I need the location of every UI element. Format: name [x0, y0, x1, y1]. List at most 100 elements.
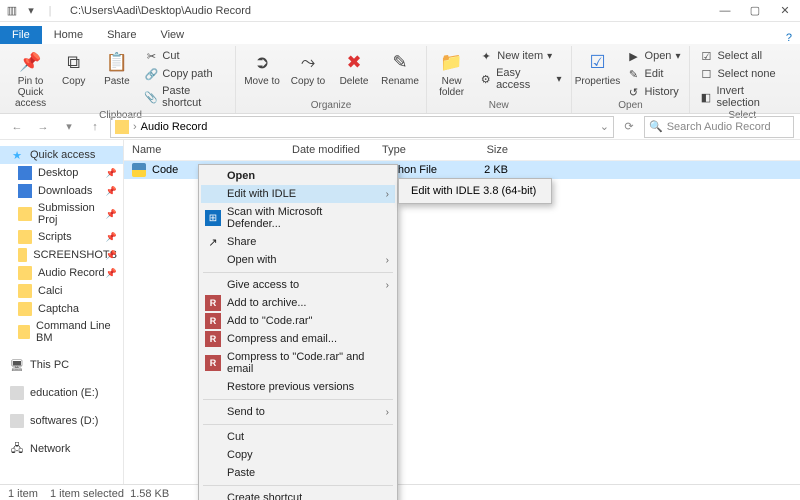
folder-icon	[18, 325, 30, 339]
sidebar-item-audiorecord[interactable]: Audio Record📌	[0, 264, 123, 282]
nav-pane: ★Quick access Desktop📌 Downloads📌 Submis…	[0, 140, 124, 484]
props-icon: ☑	[586, 50, 610, 74]
sidebar-item-calci[interactable]: Calci	[0, 282, 123, 300]
tab-home[interactable]: Home	[42, 26, 95, 44]
ctx-copy[interactable]: Copy	[201, 446, 395, 464]
tab-view[interactable]: View	[148, 26, 196, 44]
column-headers[interactable]: Name Date modified Type Size	[124, 140, 800, 161]
defender-icon: ⊞	[205, 210, 221, 226]
submenu-idle38[interactable]: Edit with IDLE 3.8 (64-bit)	[401, 181, 549, 201]
sidebar-item-screenshots[interactable]: SCREENSHOTS📌	[0, 246, 123, 264]
ctx-addrar[interactable]: RAdd to "Code.rar"	[201, 312, 395, 330]
sidebar-network[interactable]: 🖧Network	[0, 440, 123, 458]
up-button[interactable]: ↑	[84, 116, 106, 138]
back-button[interactable]: ←	[6, 116, 28, 138]
open-button[interactable]: ▶Open ▾	[624, 48, 684, 64]
divider: |	[42, 3, 58, 19]
new-folder-button[interactable]: 📁New folder	[433, 46, 470, 98]
chevron-right-icon: ›	[133, 121, 137, 133]
minimize-button[interactable]: —	[710, 0, 740, 22]
ctx-compem[interactable]: RCompress and email...	[201, 330, 395, 348]
select-all-button[interactable]: ☑Select all	[696, 48, 788, 64]
easy-access-button[interactable]: ⚙Easy access ▾	[476, 66, 564, 92]
new-item-button[interactable]: ✦New item ▾	[476, 48, 564, 64]
forward-button[interactable]: →	[32, 116, 54, 138]
search-placeholder: Search Audio Record	[667, 121, 771, 133]
ctx-shortcut[interactable]: Create shortcut	[201, 489, 395, 500]
ctx-compemrar[interactable]: RCompress to "Code.rar" and email	[201, 348, 395, 378]
search-input[interactable]: 🔍 Search Audio Record	[644, 116, 794, 138]
edit-button[interactable]: ✎Edit	[624, 66, 684, 82]
properties-button[interactable]: ☑Properties	[578, 46, 618, 87]
ctx-share[interactable]: ↗Share	[201, 233, 395, 251]
tab-file[interactable]: File	[0, 26, 42, 44]
address-row: ← → ▾ ↑ › Audio Record ⌄ ⟳ 🔍 Search Audi…	[0, 114, 800, 140]
ctx-defender[interactable]: ⊞Scan with Microsoft Defender...	[201, 203, 395, 233]
downloads-icon	[18, 184, 32, 198]
idle-submenu: Edit with IDLE 3.8 (64-bit)	[398, 178, 552, 204]
newfolder-icon: 📁	[440, 50, 464, 74]
folder-icon	[18, 284, 32, 298]
maximize-button[interactable]: ▢	[740, 0, 770, 22]
ctx-restore[interactable]: Restore previous versions	[201, 378, 395, 396]
ctx-edit-idle[interactable]: Edit with IDLE›	[201, 185, 395, 203]
ribbon: 📌Pin to Quick access ⧉Copy 📋Paste ✂Cut 🔗…	[0, 44, 800, 114]
selectnone-icon: ☐	[699, 67, 713, 81]
ctx-open[interactable]: Open	[201, 167, 395, 185]
cut-icon: ✂	[144, 49, 158, 63]
sidebar-this-pc[interactable]: 🖥This PC	[0, 356, 123, 374]
invert-selection-button[interactable]: ◧Invert selection	[696, 84, 788, 110]
copy-icon: ⧉	[62, 50, 86, 74]
col-date[interactable]: Date modified	[292, 144, 382, 156]
copy-to-button[interactable]: ⤳Copy to	[288, 46, 328, 87]
sidebar-item-desktop[interactable]: Desktop📌	[0, 164, 123, 182]
address-bar[interactable]: › Audio Record ⌄	[110, 116, 614, 138]
ctx-addarchive[interactable]: RAdd to archive...	[201, 294, 395, 312]
folder-icon	[18, 248, 27, 262]
refresh-button[interactable]: ⟳	[618, 116, 640, 138]
ctx-sendto[interactable]: Send to›	[201, 403, 395, 421]
delete-button[interactable]: ✖Delete	[334, 46, 374, 87]
col-size[interactable]: Size	[456, 144, 516, 156]
chevron-right-icon: ›	[386, 189, 389, 200]
sidebar-item-submission[interactable]: Submission Proj📌	[0, 200, 123, 228]
group-open: Open	[578, 100, 684, 113]
copy-button[interactable]: ⧉Copy	[55, 46, 92, 87]
select-none-button[interactable]: ☐Select none	[696, 66, 788, 82]
sidebar-quick-access[interactable]: ★Quick access	[0, 146, 123, 164]
quick-access-toolbar: ▥ ▾ |	[4, 3, 58, 19]
close-button[interactable]: ✕	[770, 0, 800, 22]
drive-icon	[10, 414, 24, 428]
sidebar-drive-e[interactable]: education (E:)	[0, 384, 123, 402]
sidebar-item-captcha[interactable]: Captcha	[0, 300, 123, 318]
history-button[interactable]: ↺History	[624, 84, 684, 100]
rename-button[interactable]: ✎Rename	[380, 46, 420, 87]
paste-button[interactable]: 📋Paste	[98, 46, 135, 87]
tab-share[interactable]: Share	[95, 26, 148, 44]
sidebar-drive-d[interactable]: softwares (D:)	[0, 412, 123, 430]
pin-quick-access-button[interactable]: 📌Pin to Quick access	[12, 46, 49, 109]
open-icon: ▶	[627, 49, 641, 63]
paste-icon: 📋	[105, 50, 129, 74]
col-type[interactable]: Type	[382, 144, 456, 156]
help-icon[interactable]: ?	[778, 32, 800, 44]
sidebar-item-downloads[interactable]: Downloads📌	[0, 182, 123, 200]
share-icon: ↗	[205, 234, 221, 250]
ctx-cut[interactable]: Cut	[201, 428, 395, 446]
paste-shortcut-button[interactable]: 📎Paste shortcut	[141, 84, 229, 110]
ctx-openwith[interactable]: Open with›	[201, 251, 395, 269]
sidebar-item-scripts[interactable]: Scripts📌	[0, 228, 123, 246]
chevron-down-icon[interactable]: ⌄	[600, 120, 609, 133]
move-to-button[interactable]: ➲Move to	[242, 46, 282, 87]
recent-button[interactable]: ▾	[58, 116, 80, 138]
sidebar-item-cmdline[interactable]: Command Line BM	[0, 318, 123, 346]
col-name[interactable]: Name	[132, 144, 292, 156]
drive-icon	[10, 386, 24, 400]
qat-dropdown-icon[interactable]: ▾	[23, 3, 39, 19]
pin-icon: 📌	[106, 168, 117, 179]
copy-path-button[interactable]: 🔗Copy path	[141, 66, 229, 82]
ctx-paste[interactable]: Paste	[201, 464, 395, 482]
pin-icon: 📌	[19, 50, 43, 74]
cut-button[interactable]: ✂Cut	[141, 48, 229, 64]
ctx-giveaccess[interactable]: Give access to›	[201, 276, 395, 294]
